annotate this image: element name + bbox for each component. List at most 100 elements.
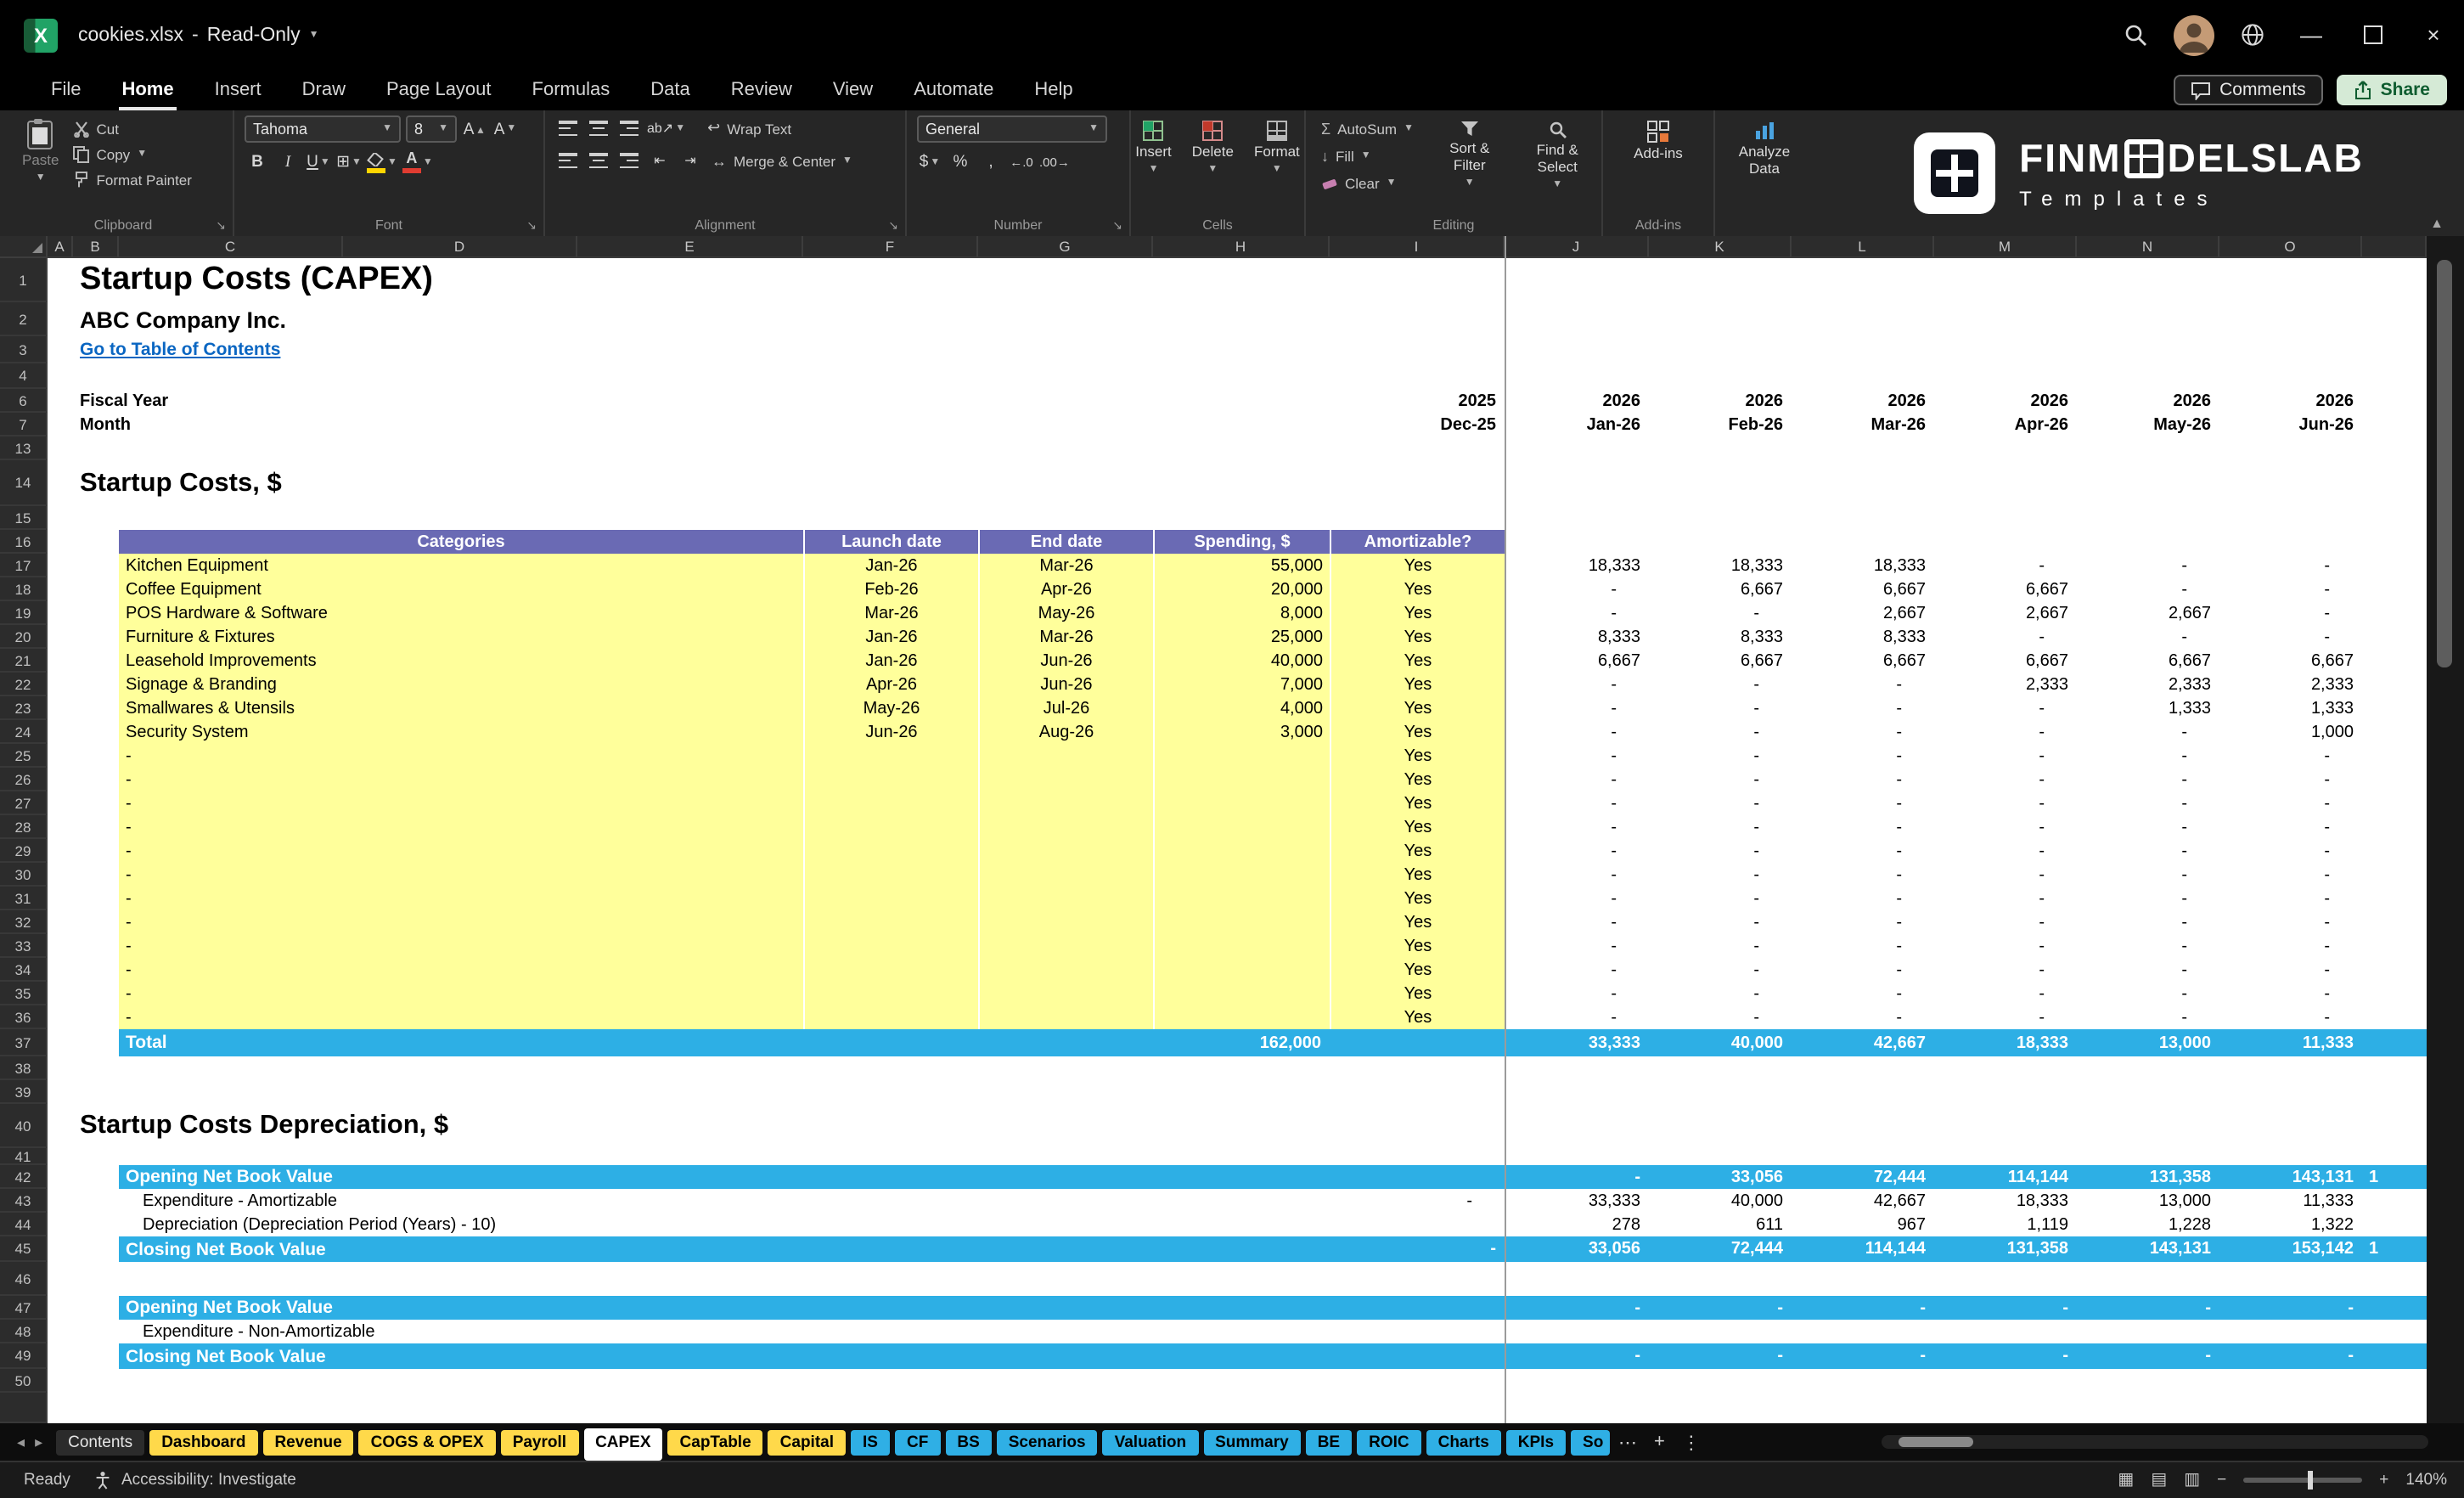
cell-O25[interactable]: - xyxy=(2219,744,2362,768)
band-O49[interactable]: - xyxy=(2219,1343,2362,1369)
item-name[interactable]: Furniture & Fixtures xyxy=(119,625,803,649)
total-spending[interactable]: 162,000 xyxy=(1153,1029,1330,1056)
cell-L20[interactable]: 8,333 xyxy=(1792,625,1934,649)
band-K49[interactable]: - xyxy=(1649,1343,1792,1369)
menu-file[interactable]: File xyxy=(31,73,101,107)
accounting-format-button[interactable]: $ ▼ xyxy=(917,149,942,175)
band-M49[interactable]: - xyxy=(1934,1343,2077,1369)
cell-J29[interactable]: - xyxy=(1505,839,1649,863)
detail-label-44[interactable]: Depreciation (Depreciation Period (Years… xyxy=(119,1213,1153,1236)
item-end[interactable] xyxy=(978,1005,1153,1029)
cell-N24[interactable]: - xyxy=(2077,720,2219,744)
cell-J34[interactable]: - xyxy=(1505,958,1649,982)
row-header-30[interactable]: 30 xyxy=(0,863,48,887)
cell-M27[interactable]: - xyxy=(1934,791,2077,815)
item-spending[interactable]: 25,000 xyxy=(1153,625,1330,649)
alignment-dialog-launcher-icon[interactable]: ↘ xyxy=(888,219,898,233)
band-N47[interactable]: - xyxy=(2077,1296,2219,1320)
year-L[interactable]: 2026 xyxy=(1792,389,1934,413)
band-J45[interactable]: 33,056 xyxy=(1505,1236,1649,1262)
cell-O18[interactable]: - xyxy=(2219,577,2362,601)
band-overflow-42[interactable]: 1 xyxy=(2362,1165,2427,1189)
cell-M20[interactable]: - xyxy=(1934,625,2077,649)
cell-N23[interactable]: 1,333 xyxy=(2077,696,2219,720)
section1-title[interactable]: Startup Costs, $ xyxy=(73,460,1153,506)
cell-O26[interactable]: - xyxy=(2219,768,2362,791)
cell-J31[interactable]: - xyxy=(1505,887,1649,910)
item-launch[interactable] xyxy=(803,768,978,791)
normal-view-icon[interactable]: ▦ xyxy=(2118,1471,2134,1490)
clipboard-dialog-launcher-icon[interactable]: ↘ xyxy=(216,219,226,233)
sheet-tab-is[interactable]: IS xyxy=(851,1429,890,1455)
cell-L28[interactable]: - xyxy=(1792,815,1934,839)
item-name[interactable]: - xyxy=(119,863,803,887)
col-header-N[interactable]: N xyxy=(2077,236,2219,258)
sheet-tab-be[interactable]: BE xyxy=(1305,1429,1353,1455)
total-K[interactable]: 40,000 xyxy=(1649,1029,1792,1056)
item-amortizable[interactable]: Yes xyxy=(1330,673,1505,696)
month-header-J[interactable]: Jan-26 xyxy=(1505,413,1649,436)
month-label[interactable]: Month xyxy=(73,413,803,436)
detail-K44[interactable]: 611 xyxy=(1649,1213,1792,1236)
detail-M43[interactable]: 18,333 xyxy=(1934,1189,2077,1213)
item-spending[interactable]: 4,000 xyxy=(1153,696,1330,720)
sheet-tab-summary[interactable]: Summary xyxy=(1203,1429,1301,1455)
total-M[interactable]: 18,333 xyxy=(1934,1029,2077,1056)
menu-page-layout[interactable]: Page Layout xyxy=(366,73,512,107)
item-name[interactable]: - xyxy=(119,768,803,791)
detail-O43[interactable]: 11,333 xyxy=(2219,1189,2362,1213)
menu-automate[interactable]: Automate xyxy=(893,73,1014,107)
band-i-45[interactable]: - xyxy=(1330,1236,1505,1262)
cell-O33[interactable]: - xyxy=(2219,934,2362,958)
sheet-tab-charts[interactable]: Charts xyxy=(1426,1429,1501,1455)
sheet-tab-captable[interactable]: CapTable xyxy=(667,1429,763,1455)
row-header-33[interactable]: 33 xyxy=(0,934,48,958)
select-all-corner[interactable] xyxy=(0,236,48,258)
cell-M19[interactable]: 2,667 xyxy=(1934,601,2077,625)
cell-K35[interactable]: - xyxy=(1649,982,1792,1005)
row-header-36[interactable]: 36 xyxy=(0,1005,48,1029)
item-name[interactable]: - xyxy=(119,982,803,1005)
underline-button[interactable]: U ▼ xyxy=(306,149,331,175)
row-header-40[interactable]: 40 xyxy=(0,1104,48,1148)
cell-K20[interactable]: 8,333 xyxy=(1649,625,1792,649)
number-format-select[interactable]: General ▼ xyxy=(917,115,1107,143)
zoom-in-button[interactable]: + xyxy=(2379,1471,2388,1490)
item-spending[interactable] xyxy=(1153,958,1330,982)
detail-K43[interactable]: 40,000 xyxy=(1649,1189,1792,1213)
fiscal-year-label[interactable]: Fiscal Year xyxy=(73,389,803,413)
cell-L31[interactable]: - xyxy=(1792,887,1934,910)
item-launch[interactable] xyxy=(803,1005,978,1029)
cell-M30[interactable]: - xyxy=(1934,863,2077,887)
cell-L36[interactable]: - xyxy=(1792,1005,1934,1029)
item-spending[interactable] xyxy=(1153,910,1330,934)
cell-N36[interactable]: - xyxy=(2077,1005,2219,1029)
sheet-tab-cogs-opex[interactable]: COGS & OPEX xyxy=(358,1429,496,1455)
cell-N18[interactable]: - xyxy=(2077,577,2219,601)
row-header-7[interactable]: 7 xyxy=(0,413,48,436)
sheet-tab-cf[interactable]: CF xyxy=(895,1429,941,1455)
year-K[interactable]: 2026 xyxy=(1649,389,1792,413)
menu-review[interactable]: Review xyxy=(711,73,813,107)
minimize-button[interactable]: — xyxy=(2281,4,2342,65)
month-header-K[interactable]: Feb-26 xyxy=(1649,413,1792,436)
band-O42[interactable]: 143,131 xyxy=(2219,1165,2362,1189)
cell-M18[interactable]: 6,667 xyxy=(1934,577,2077,601)
cell-K18[interactable]: 6,667 xyxy=(1649,577,1792,601)
item-launch[interactable]: Feb-26 xyxy=(803,577,978,601)
detail-N43[interactable]: 13,000 xyxy=(2077,1189,2219,1213)
item-name[interactable]: - xyxy=(119,744,803,768)
cell-M22[interactable]: 2,333 xyxy=(1934,673,2077,696)
font-size-select[interactable]: 8 ▼ xyxy=(406,115,457,143)
tab-scroll-left-icon[interactable]: ◂ xyxy=(17,1433,25,1451)
cell-J19[interactable]: - xyxy=(1505,601,1649,625)
item-end[interactable] xyxy=(978,887,1153,910)
row-header-23[interactable]: 23 xyxy=(0,696,48,720)
cell-L26[interactable]: - xyxy=(1792,768,1934,791)
font-dialog-launcher-icon[interactable]: ↘ xyxy=(526,219,537,233)
item-amortizable[interactable]: Yes xyxy=(1330,720,1505,744)
row-header-29[interactable]: 29 xyxy=(0,839,48,863)
item-end[interactable]: Jun-26 xyxy=(978,673,1153,696)
thead-launch-date[interactable]: Launch date xyxy=(803,530,978,554)
row-header-13[interactable]: 13 xyxy=(0,436,48,460)
